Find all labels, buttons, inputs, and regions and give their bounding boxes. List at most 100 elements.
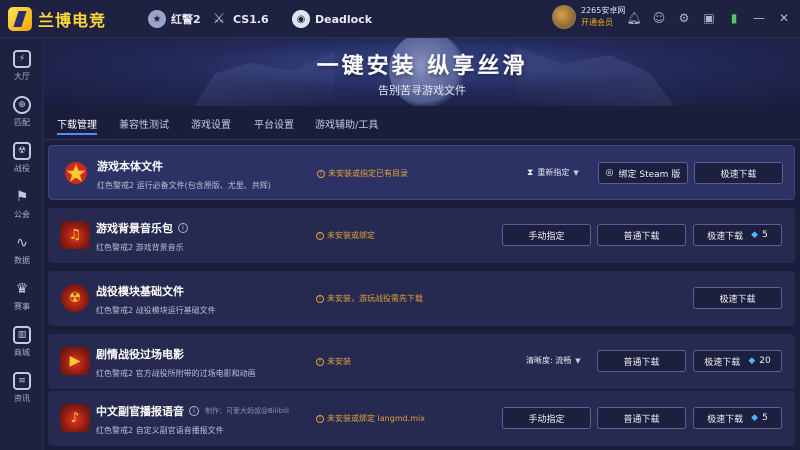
row-title: 中文副官播报语音 i 制作：可爱大妈叔@Bilibili xyxy=(96,405,289,418)
sidebar-item-label: 资讯 xyxy=(14,394,30,403)
list-item: 游戏本体文件 红色警戒2 运行必备文件(包含原版、尤里、共辉) ! 未安装或指定… xyxy=(48,145,795,200)
warning-icon: ! xyxy=(316,414,324,423)
fast-download-button[interactable]: 极速下载 ◆ 20 xyxy=(693,350,782,372)
download-cost: 5 xyxy=(762,413,768,423)
tab-game-settings[interactable]: 游戏设置 xyxy=(191,116,231,131)
normal-download-button[interactable]: 普通下载 xyxy=(597,350,686,372)
reassign-dropdown[interactable]: ⧗ 重新指定 ▼ xyxy=(527,167,579,178)
hourglass-icon: ⧗ xyxy=(527,167,534,178)
status-text: ! 未安装或绑定 xyxy=(316,230,375,241)
sidebar-item-guild[interactable]: ⚑ 公会 xyxy=(0,182,44,228)
status-text: ! 未安装，游玩战役需先下载 xyxy=(316,293,423,304)
tab-compatibility-test[interactable]: 兼容性测试 xyxy=(119,116,169,131)
list-item: ☢ 战役模块基础文件 红色警戒2 战役模块运行基础文件 ! 未安装，游玩战役需先… xyxy=(48,271,795,326)
gear-icon[interactable]: ⚙ xyxy=(676,10,692,26)
chevron-down-icon: ▼ xyxy=(573,168,579,177)
author-credit: 制作：可爱大妈叔@Bilibili xyxy=(205,407,289,415)
banner-subtitle: 告别苦寻游戏文件 xyxy=(378,84,466,97)
sidebar-item-label: 匹配 xyxy=(14,118,30,127)
user-profile[interactable]: 2265安卓网 开通会员 xyxy=(552,5,625,29)
info-icon[interactable]: i xyxy=(178,223,188,233)
sidebar-item-label: 数据 xyxy=(14,256,30,265)
voice-pack-icon: ♪ xyxy=(60,404,90,432)
list-item: ▶ 剧情战役过场电影 红色警戒2 官方战役所附带的过场电影和动画 ! 未安装 清… xyxy=(48,334,795,389)
bell-icon[interactable]: 🔔︎ xyxy=(626,10,642,26)
game-tab-cs[interactable]: ⚔ CS1.6 xyxy=(210,8,269,30)
app-name: 兰博电竞 xyxy=(38,11,107,30)
data-icon: ∿ xyxy=(16,235,28,251)
fast-download-button[interactable]: 极速下载 ◆ 5 xyxy=(693,407,782,429)
sidebar-item-news[interactable]: ≡ 资讯 xyxy=(0,366,44,412)
sidebar-item-events[interactable]: ♛ 赛事 xyxy=(0,274,44,320)
guild-icon: ⚑ xyxy=(15,189,29,205)
user-icon[interactable]: ☺ xyxy=(651,10,667,26)
sidebar: ⚡ 大厅 ⊕ 匹配 ☢ 战役 ⚑ 公会 ∿ 数据 ♛ 赛事 ▥ 商城 ≡ 资讯 xyxy=(0,38,44,450)
game-tab-label: Deadlock xyxy=(315,12,373,26)
box-icon[interactable]: ▣ xyxy=(701,10,717,26)
fast-download-button[interactable]: 极速下载 xyxy=(694,162,783,184)
username: 2265安卓网 xyxy=(581,6,626,15)
sidebar-item-shop[interactable]: ▥ 商城 xyxy=(0,320,44,366)
game-tab-deadlock[interactable]: ◉ Deadlock xyxy=(292,8,372,30)
quality-dropdown[interactable]: 清晰度: 流畅 ▼ xyxy=(526,355,581,366)
game-tab-label: 红警2 xyxy=(171,13,201,26)
app-logo[interactable]: 兰博电竞 xyxy=(8,4,106,34)
game-tab-red-alert[interactable]: ★ 红警2 xyxy=(148,8,201,30)
manual-assign-button[interactable]: 手动指定 xyxy=(502,407,591,429)
normal-download-button[interactable]: 普通下载 xyxy=(597,224,686,246)
row-description: 红色警戒2 自定义副官语音播报文件 xyxy=(96,426,224,435)
warning-icon: ! xyxy=(316,231,324,240)
row-description: 红色警戒2 运行必备文件(包含原版、尤里、共辉) xyxy=(97,181,271,190)
list-item: ♫ 游戏背景音乐包 i 红色警戒2 游戏背景音乐 ! 未安装或绑定 手动指定 普… xyxy=(48,208,795,263)
title-bar: 兰博电竞 ★ 红警2 ⚔ CS1.6 ◉ Deadlock 2265安卓网 开通… xyxy=(0,0,800,38)
membership-link[interactable]: 开通会员 xyxy=(581,17,625,29)
trophy-icon: ♛ xyxy=(15,281,29,297)
list-item: ♪ 中文副官播报语音 i 制作：可爱大妈叔@Bilibili 红色警戒2 自定义… xyxy=(48,391,795,446)
download-cost: 5 xyxy=(762,230,768,240)
deadlock-icon: ◉ xyxy=(292,10,310,28)
red-alert-icon xyxy=(61,159,91,187)
row-description: 红色警戒2 战役模块运行基础文件 xyxy=(96,306,216,315)
manual-assign-button[interactable]: 手动指定 xyxy=(502,224,591,246)
banner-title: 一键安装 纵享丝滑 xyxy=(316,54,528,79)
fast-download-button[interactable]: 极速下载 xyxy=(693,287,782,309)
sidebar-item-label: 赛事 xyxy=(14,302,30,311)
tab-game-tools[interactable]: 游戏辅助/工具 xyxy=(315,116,378,131)
tab-platform-settings[interactable]: 平台设置 xyxy=(254,116,294,131)
sidebar-item-label: 大厅 xyxy=(14,72,30,81)
bind-steam-button[interactable]: ◎ 绑定 Steam 版 xyxy=(598,162,688,184)
sidebar-item-lobby[interactable]: ⚡ 大厅 xyxy=(0,44,44,90)
sidebar-item-data[interactable]: ∿ 数据 xyxy=(0,228,44,274)
avatar[interactable] xyxy=(552,5,576,29)
row-title: 战役模块基础文件 xyxy=(96,285,184,298)
status-text: ! 未安装或绑定 langmd.mix xyxy=(316,413,425,424)
promo-banner: 一键安装 纵享丝滑 告别苦寻游戏文件 xyxy=(44,38,800,106)
minimize-icon[interactable]: — xyxy=(751,10,767,26)
steam-icon: ◎ xyxy=(605,168,614,178)
row-title: 剧情战役过场电影 xyxy=(96,348,184,361)
music-pack-icon: ♫ xyxy=(60,221,90,249)
row-description: 红色警戒2 游戏背景音乐 xyxy=(96,243,184,252)
normal-download-button[interactable]: 普通下载 xyxy=(597,407,686,429)
shop-icon: ▥ xyxy=(13,326,31,344)
campaign-icon: ☢ xyxy=(13,142,31,160)
row-title: 游戏本体文件 xyxy=(97,160,163,173)
sidebar-item-campaign[interactable]: ☢ 战役 xyxy=(0,136,44,182)
diamond-icon: ◆ xyxy=(751,413,759,423)
close-icon[interactable]: ✕ xyxy=(776,10,792,26)
campaign-module-icon: ☢ xyxy=(61,284,89,312)
chevron-down-icon: ▼ xyxy=(575,356,581,365)
info-icon[interactable]: i xyxy=(189,406,199,416)
sidebar-item-match[interactable]: ⊕ 匹配 xyxy=(0,90,44,136)
sidebar-item-label: 商城 xyxy=(14,348,30,357)
tab-download-manager[interactable]: 下载管理 xyxy=(57,116,97,135)
status-text: ! 未安装或指定已有目录 xyxy=(317,168,408,179)
status-text: ! 未安装 xyxy=(316,356,351,367)
warning-icon: ! xyxy=(316,294,324,303)
fast-download-button[interactable]: 极速下载 ◆ 5 xyxy=(693,224,782,246)
tab-bar: 下载管理 兼容性测试 游戏设置 平台设置 游戏辅助/工具 xyxy=(44,106,800,140)
warning-icon: ! xyxy=(316,357,324,366)
diamond-icon: ◆ xyxy=(748,356,756,366)
game-tab-label: CS1.6 xyxy=(233,12,269,26)
sidebar-item-label: 战役 xyxy=(14,164,30,173)
